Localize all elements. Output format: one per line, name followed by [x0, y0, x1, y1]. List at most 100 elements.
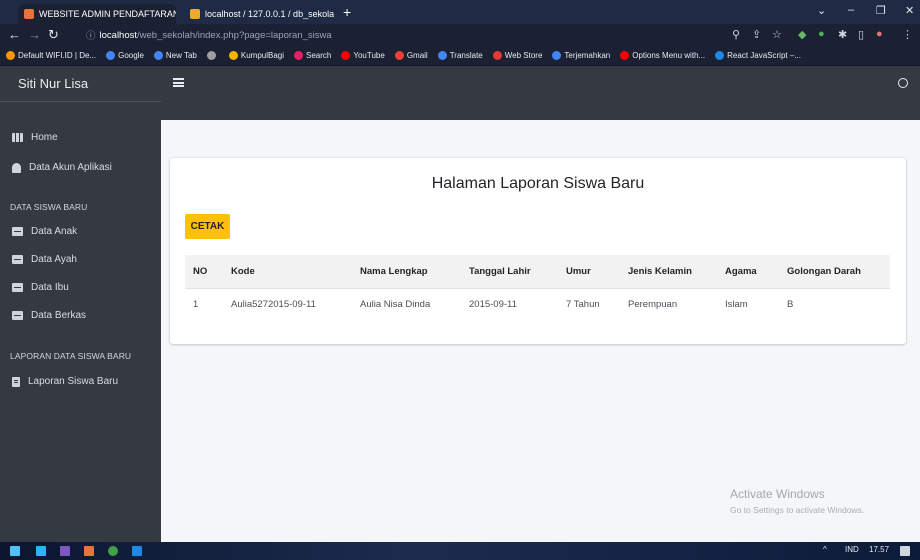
browser-menu-icon[interactable]: ⋮ — [902, 28, 913, 41]
extension-icon[interactable]: ● — [818, 28, 825, 40]
minimize-button[interactable]: – — [848, 4, 854, 16]
clock[interactable]: 17.57 — [869, 545, 889, 554]
bookmark-label: Translate — [449, 51, 483, 60]
bookmark-item[interactable]: Search — [294, 51, 331, 60]
bookmark-label: Search — [306, 51, 332, 60]
forward-icon[interactable]: → — [28, 27, 41, 43]
bookmark-favicon-icon — [294, 51, 304, 60]
bookmark-item[interactable]: Google — [106, 51, 144, 60]
puzzle-icon[interactable]: ✱ — [838, 28, 847, 41]
table-cell: Aulia Nisa Dinda — [360, 299, 431, 311]
sidebar-item-label: Laporan Siswa Baru — [28, 376, 119, 387]
browser-tab-bar: WEBSITE ADMIN PENDAFTARAN × localhost / … — [0, 0, 920, 24]
new-tab-button[interactable]: + — [343, 4, 351, 20]
bookmark-item[interactable]: Web Store — [492, 51, 542, 60]
print-button[interactable]: CETAK — [185, 214, 230, 239]
bookmark-item[interactable]: Options Menu with... — [620, 51, 705, 60]
sidebar-item-label: Data Ibu — [31, 282, 69, 293]
bookmark-favicon-icon — [341, 51, 351, 60]
bookmark-favicon-icon — [206, 51, 216, 60]
bookmark-star-icon[interactable]: ☆ — [772, 28, 782, 41]
top-navbar — [161, 66, 920, 120]
app-icon[interactable] — [60, 546, 70, 556]
bookmarks-bar: Default WIFI.ID | De... Google New Tab Kump… — [0, 46, 920, 66]
file-explorer-icon[interactable] — [36, 546, 46, 556]
bookmark-favicon-icon — [715, 51, 725, 60]
bookmark-item[interactable]: YouTube — [341, 51, 385, 60]
sidebar-item-label: Data Ayah — [31, 254, 77, 265]
url-field[interactable]: ⓘ localhost/web_sekolah/index.php?page=l… — [86, 26, 332, 44]
user-menu-icon[interactable] — [898, 78, 908, 88]
restore-button[interactable]: ❐ — [876, 4, 886, 17]
bookmark-label: New Tab — [165, 51, 197, 60]
bookmark-favicon-icon — [106, 51, 116, 60]
column-header: Tanggal Lahir — [461, 255, 558, 289]
table-body: 1 Aulia5272015-09-11 Aulia Nisa Dinda 2015-… — [185, 288, 890, 321]
tab-admin[interactable]: WEBSITE ADMIN PENDAFTARAN × — [18, 4, 176, 24]
sidebar-item-home[interactable]: Home — [12, 132, 58, 143]
bookmark-item[interactable]: Terjemahkan — [552, 51, 610, 60]
notification-icon[interactable] — [900, 546, 910, 556]
reload-icon[interactable]: ↻ — [48, 27, 59, 43]
bookmark-item[interactable]: Gmail — [394, 51, 428, 60]
menu-toggle-icon[interactable] — [173, 78, 184, 87]
sidebar-item-data-ayah[interactable]: Data Ayah — [12, 254, 77, 265]
bookmark-label: Options Menu with... — [632, 51, 706, 60]
tab-search-icon[interactable]: ⌄ — [817, 4, 826, 17]
bookmark-item[interactable] — [206, 51, 219, 60]
sidebar-item-data-ibu[interactable]: Data Ibu — [12, 282, 69, 293]
bookmark-item[interactable]: Default WIFI.ID | De... — [6, 51, 96, 60]
report-table: NO Kode Nama Lengkap Tanggal Lahir Umur Jenis… — [185, 255, 890, 321]
extension-icon[interactable]: ◆ — [798, 28, 806, 41]
sidebar-item-data-berkas[interactable]: Data Berkas — [12, 310, 86, 321]
list-icon — [12, 311, 23, 320]
profile-avatar-icon[interactable]: ● — [876, 28, 883, 40]
sidebar-brand[interactable]: Siti Nur Lisa — [0, 66, 161, 102]
address-bar: ← → ↻ ⓘ localhost/web_sekolah/index.php?… — [0, 24, 920, 46]
sidebar-section-header: DATA SISWA BARU — [10, 202, 88, 212]
bookmark-favicon-icon — [6, 51, 15, 60]
language-indicator[interactable]: IND — [845, 545, 859, 554]
back-icon[interactable]: ← — [8, 27, 21, 43]
chrome-icon[interactable] — [108, 546, 118, 556]
tab-phpmyadmin[interactable]: localhost / 127.0.0.1 / db_sekolah × — [184, 4, 334, 24]
sidepanel-icon[interactable]: ▯ — [858, 28, 864, 41]
share-icon[interactable]: ⇪ — [752, 28, 761, 41]
zoom-icon[interactable]: ⚲ — [732, 28, 740, 41]
bookmark-favicon-icon — [492, 51, 502, 60]
bookmark-label: React JavaScript –... — [727, 51, 801, 60]
bookmark-label: Gmail — [406, 51, 428, 60]
table-cell: 7 Tahun — [566, 299, 600, 311]
sidebar-item-laporan-siswa-baru[interactable]: Laporan Siswa Baru — [12, 376, 118, 387]
column-header: Kode — [223, 255, 352, 289]
table-cell: 2015-09-11 — [469, 299, 517, 311]
app-icon[interactable] — [84, 546, 94, 556]
bookmark-item[interactable]: Translate — [437, 51, 483, 60]
bookmark-item[interactable]: New Tab — [153, 51, 197, 60]
activate-windows-title: Activate Windows — [730, 487, 825, 501]
sidebar-item-data-akun[interactable]: Data Akun Aplikasi — [12, 162, 112, 173]
table-header-row: NO Kode Nama Lengkap Tanggal Lahir Umur Jenis… — [185, 255, 890, 289]
column-header: Agama — [717, 255, 779, 289]
sidebar-section-header: LAPORAN DATA SISWA BARU — [10, 351, 132, 361]
sidebar-item-data-anak[interactable]: Data Anak — [12, 226, 77, 237]
close-window-button[interactable]: ✕ — [905, 4, 914, 17]
bookmark-label: Google — [118, 51, 144, 60]
table-row: 1 Aulia5272015-09-11 Aulia Nisa Dinda 2015-… — [185, 288, 890, 321]
bookmark-label: KumpulBagi — [240, 51, 285, 60]
vscode-icon[interactable] — [132, 546, 142, 556]
grid-icon — [12, 133, 23, 142]
bookmark-item[interactable]: React JavaScript –... — [715, 51, 801, 60]
phpmyadmin-favicon-icon — [190, 9, 200, 19]
start-icon[interactable] — [10, 546, 20, 556]
table-cell: Islam — [725, 299, 748, 311]
page-title: Halaman Laporan Siswa Baru — [431, 175, 645, 192]
sidebar: Siti Nur Lisa Home Data Akun Aplikasi DA… — [0, 66, 161, 542]
bookmark-item[interactable]: KumpulBagi — [228, 51, 285, 60]
column-header: Umur — [558, 255, 620, 289]
list-icon — [12, 255, 23, 264]
column-header: NO — [185, 255, 223, 289]
site-favicon-icon — [24, 9, 34, 19]
tray-chevron-icon[interactable]: ^ — [823, 545, 827, 554]
bookmark-label: Default WIFI.ID | De... — [18, 51, 97, 60]
